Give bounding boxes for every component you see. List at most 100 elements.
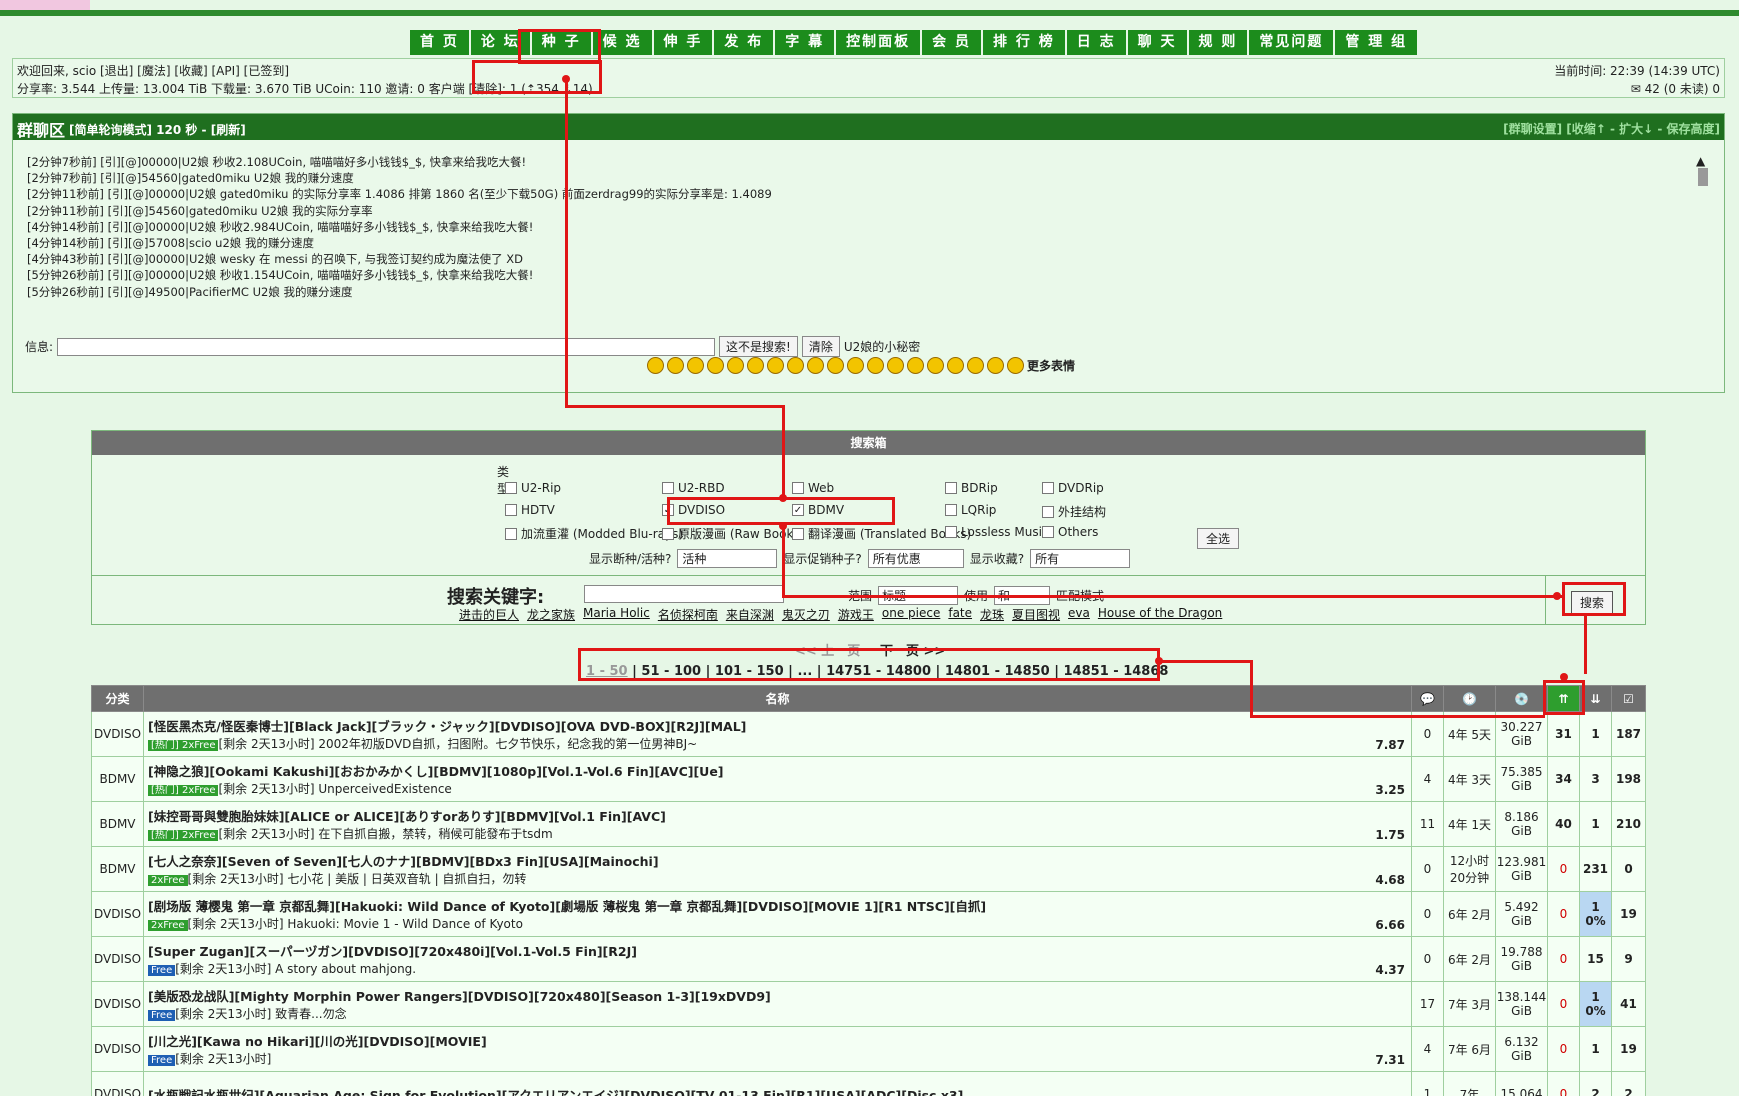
emoji-icon[interactable]: [667, 357, 684, 374]
row-category[interactable]: DVDISO: [91, 981, 144, 1027]
checkbox-box[interactable]: [662, 482, 674, 494]
type-checkbox-13[interactable]: Lossless Music: [945, 525, 1049, 539]
nav-item-0[interactable]: 首 页: [410, 30, 469, 55]
row-seeders[interactable]: 0: [1547, 1071, 1580, 1096]
table-row[interactable]: DVDISO [美版恐龙战队][Mighty Morphin Power Rang…: [91, 981, 1646, 1027]
table-row[interactable]: BDMV [神隐之狼][Ookami Kakushi][おおかみかくし][BDMV…: [91, 756, 1646, 802]
row-comments[interactable]: 1: [1411, 1071, 1444, 1096]
row-comments[interactable]: 4: [1411, 756, 1444, 802]
checkbox-box[interactable]: [662, 527, 674, 540]
emoji-icon[interactable]: [907, 357, 924, 374]
row-comments[interactable]: 17: [1411, 981, 1444, 1027]
type-checkbox-8[interactable]: LQRip: [945, 503, 996, 517]
hot-keyword-link[interactable]: 龙珠: [980, 606, 1004, 623]
hot-keyword-link[interactable]: 鬼灭之刃: [782, 606, 830, 623]
search-header[interactable]: 搜索箱: [92, 431, 1645, 455]
hot-keyword-link[interactable]: 龙之家族: [527, 606, 575, 623]
row-category[interactable]: BDMV: [91, 801, 144, 847]
hot-keyword-link[interactable]: House of the Dragon: [1098, 606, 1222, 623]
row-seeders[interactable]: 40: [1547, 801, 1580, 847]
emoji-icon[interactable]: [967, 357, 984, 374]
row-category[interactable]: BDMV: [91, 846, 144, 892]
col-category[interactable]: 分类: [91, 685, 144, 712]
shoutbox-controls[interactable]: [群聊设置] [收缩↑ - 扩大↓ - 保存高度]: [1503, 120, 1720, 137]
promo-select[interactable]: 所有优惠: [867, 549, 964, 568]
message-counts[interactable]: ✉ 42 (0 未读) 0: [1631, 80, 1720, 97]
nav-item-8[interactable]: 会 员: [922, 30, 981, 55]
shout-input[interactable]: [57, 337, 716, 356]
emoji-icon[interactable]: [947, 357, 964, 374]
emoji-icon[interactable]: [787, 357, 804, 374]
type-checkbox-14[interactable]: Others: [1042, 525, 1098, 539]
row-completed[interactable]: 19: [1611, 891, 1646, 937]
row-comments[interactable]: 11: [1411, 801, 1444, 847]
checkbox-box[interactable]: [945, 526, 957, 538]
emoji-icon[interactable]: [867, 357, 884, 374]
emoji-icon[interactable]: [707, 357, 724, 374]
col-name[interactable]: 名称: [143, 685, 1412, 712]
row-category[interactable]: DVDISO: [91, 891, 144, 937]
row-leechers[interactable]: 1: [1579, 801, 1612, 847]
comments-icon[interactable]: 💬: [1411, 685, 1444, 712]
type-checkbox-9[interactable]: 外挂结构: [1042, 503, 1106, 520]
completed-icon[interactable]: ☑: [1611, 685, 1646, 712]
row-title-link[interactable]: [神隐之狼][Ookami Kakushi][おおかみかくし][BDMV][10…: [148, 761, 1407, 780]
row-seeders[interactable]: 0: [1547, 936, 1580, 982]
select-all-button[interactable]: 全选: [1197, 528, 1240, 549]
emoji-icon[interactable]: [1007, 357, 1024, 374]
row-leechers[interactable]: 231: [1579, 846, 1612, 892]
row-seeders[interactable]: 0: [1547, 981, 1580, 1027]
checkbox-box[interactable]: [505, 482, 517, 494]
row-leechers[interactable]: 2: [1579, 1071, 1612, 1096]
row-comments[interactable]: 0: [1411, 891, 1444, 937]
checkbox-box[interactable]: [505, 527, 517, 540]
nav-item-7[interactable]: 控制面板: [836, 30, 921, 55]
row-leechers[interactable]: 3: [1579, 756, 1612, 802]
nav-item-12[interactable]: 规 则: [1188, 30, 1248, 55]
row-category[interactable]: BDMV: [91, 756, 144, 802]
row-completed[interactable]: 198: [1611, 756, 1646, 802]
checkbox-box[interactable]: [1042, 505, 1054, 518]
row-category[interactable]: DVDISO: [91, 1071, 144, 1096]
hot-keyword-link[interactable]: fate: [948, 606, 972, 623]
emoji-icon[interactable]: [827, 357, 844, 374]
emoji-icon[interactable]: [747, 357, 764, 374]
row-seeders[interactable]: 31: [1547, 711, 1580, 757]
hot-keyword-link[interactable]: 夏目图视: [1012, 606, 1060, 623]
row-leechers[interactable]: 1 0%: [1579, 891, 1612, 937]
type-checkbox-2[interactable]: Web: [792, 481, 834, 495]
table-row[interactable]: BDMV [妹控哥哥與雙胞胎妹妹][ALICE or ALICE][ありすorあり…: [91, 801, 1646, 847]
checkbox-box[interactable]: [505, 504, 517, 516]
row-leechers[interactable]: 1: [1579, 711, 1612, 757]
row-title-link[interactable]: [怪医黑杰克/怪医秦博士][Black Jack][ブラック・ジャック][DVD…: [148, 716, 1407, 735]
type-checkbox-4[interactable]: DVDRip: [1042, 481, 1104, 495]
row-category[interactable]: DVDISO: [91, 936, 144, 982]
nav-item-13[interactable]: 常见问题: [1249, 30, 1334, 55]
checkbox-box[interactable]: [945, 482, 957, 494]
row-seeders[interactable]: 0: [1547, 846, 1580, 892]
nav-item-3[interactable]: 候 选: [592, 30, 652, 55]
shoutbox-mode[interactable]: [简单轮询模式] 120 秒 - [刷新]: [69, 121, 246, 138]
emoji-icon[interactable]: [767, 357, 784, 374]
table-row[interactable]: DVDISO [Super Zugan][スーパーヅガン][DVDISO][720…: [91, 936, 1646, 982]
emoji-icon[interactable]: [807, 357, 824, 374]
hot-keyword-link[interactable]: 游戏王: [838, 606, 874, 623]
type-checkbox-3[interactable]: BDRip: [945, 481, 998, 495]
checkbox-box[interactable]: [792, 527, 804, 540]
table-row[interactable]: BDMV [七人之奈奈][Seven of Seven][七人のナナ][BDMV]…: [91, 846, 1646, 892]
row-title-link[interactable]: [妹控哥哥與雙胞胎妹妹][ALICE or ALICE][ありすorありす][B…: [148, 806, 1407, 825]
table-row[interactable]: DVDISO [怪医黑杰克/怪医秦博士][Black Jack][ブラック・ジャッ…: [91, 711, 1646, 757]
fav-select[interactable]: 所有: [1030, 549, 1131, 568]
row-title-link[interactable]: [川之光][Kawa no Hikari][川の光][DVDISO][MOVIE…: [148, 1031, 1407, 1050]
nav-item-6[interactable]: 字 幕: [775, 30, 835, 55]
more-emoji-link[interactable]: 更多表情: [1027, 357, 1075, 374]
row-completed[interactable]: 19: [1611, 1026, 1646, 1072]
row-leechers[interactable]: 1 0%: [1579, 981, 1612, 1027]
user-welcome[interactable]: 欢迎回来, scio [退出] [魔法] [收藏] [API] [已签到]: [17, 62, 289, 79]
size-icon[interactable]: 💿: [1495, 685, 1548, 712]
dead-select[interactable]: 活种: [677, 549, 778, 568]
row-seeders[interactable]: 0: [1547, 1026, 1580, 1072]
type-checkbox-5[interactable]: HDTV: [505, 503, 555, 517]
checkbox-box[interactable]: [1042, 482, 1054, 494]
emoji-icon[interactable]: [647, 357, 664, 374]
